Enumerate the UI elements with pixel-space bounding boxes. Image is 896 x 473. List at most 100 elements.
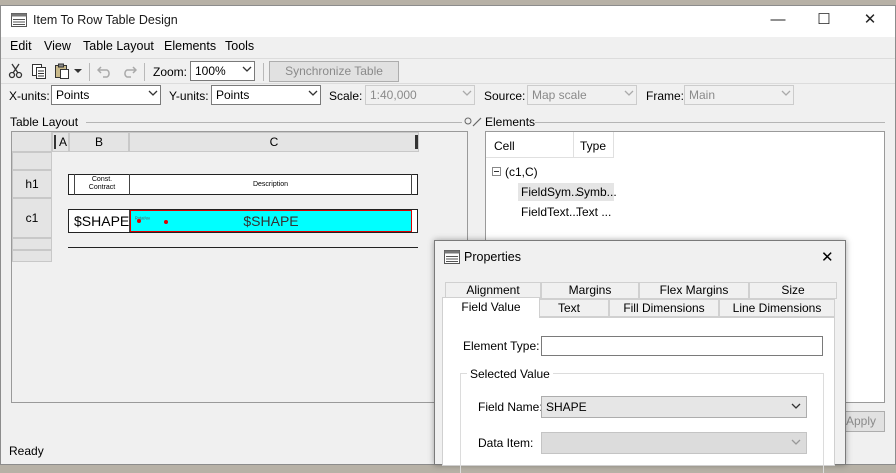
status-text: Ready xyxy=(9,444,44,458)
zoom-label: Zoom: xyxy=(153,65,188,79)
frame-value: Main xyxy=(689,88,716,102)
field-value-panel: Element Type: Selected Value Field Name:… xyxy=(442,317,835,473)
x-units-value: Points xyxy=(56,88,90,102)
elements-title: Elements xyxy=(485,115,536,129)
window-title: Item To Row Table Design xyxy=(33,13,178,27)
tree-item[interactable]: FieldText... Text ... xyxy=(518,203,614,221)
frame-select[interactable]: Main xyxy=(684,85,794,105)
properties-dialog: Properties ✕ Alignment Margins Flex Marg… xyxy=(434,240,846,473)
row-header-c1[interactable]: c1 xyxy=(12,198,52,238)
copy-icon[interactable] xyxy=(31,63,47,79)
menu-table-layout[interactable]: Table Layout xyxy=(83,39,154,53)
cell-h1-b[interactable]: Const. Contract xyxy=(74,174,130,195)
x-units-label: X-units: xyxy=(9,89,50,103)
tab-flex-margins[interactable]: Flex Margins xyxy=(639,282,749,299)
elements-column-type[interactable]: Type xyxy=(574,132,614,158)
cell-c1-c-selected[interactable]: $SHAPE xyxy=(130,210,412,232)
app-icon xyxy=(11,13,27,27)
menu-view[interactable]: View xyxy=(44,39,71,53)
field-name-select[interactable]: SHAPE xyxy=(541,396,807,418)
toolbar-separator xyxy=(263,63,264,81)
collapse-icon[interactable] xyxy=(492,167,501,176)
elements-column-cell[interactable]: Cell xyxy=(486,132,574,158)
selected-value-group xyxy=(460,373,824,473)
field-name-value: SHAPE xyxy=(546,400,587,414)
redo-icon[interactable] xyxy=(121,64,137,78)
tab-margins[interactable]: Margins xyxy=(541,282,639,299)
toolbar-separator xyxy=(144,63,145,81)
x-units-select[interactable]: Points xyxy=(51,85,161,105)
row-header-spacer xyxy=(12,250,52,262)
tab-size[interactable]: Size xyxy=(749,282,837,299)
source-value: Map scale xyxy=(532,88,587,102)
elements-header: Elements xyxy=(485,115,885,129)
chevron-down-icon xyxy=(462,89,472,97)
tab-text[interactable]: Text xyxy=(529,299,609,317)
column-header-c[interactable]: C xyxy=(129,132,419,152)
column-c-marker xyxy=(415,135,418,149)
scale-value: 1:40,000 xyxy=(370,88,417,102)
row-h1-label: h1 xyxy=(25,177,39,191)
tab-field-value[interactable]: Field Value xyxy=(442,297,540,318)
selection-handle[interactable] xyxy=(137,219,141,223)
chevron-down-icon xyxy=(308,89,318,97)
column-a-label: A xyxy=(59,135,68,149)
properties-icon xyxy=(444,250,460,264)
row-header-h1[interactable]: h1 xyxy=(12,170,52,198)
source-label: Source: xyxy=(484,89,526,103)
element-type-field[interactable] xyxy=(541,336,823,356)
tab-fill-dimensions[interactable]: Fill Dimensions xyxy=(609,299,719,317)
tree-item-cell: FieldText... xyxy=(521,205,580,219)
y-units-select[interactable]: Points xyxy=(211,85,321,105)
y-units-label: Y-units: xyxy=(169,89,209,103)
type-column-label: Type xyxy=(580,139,607,153)
undo-icon[interactable] xyxy=(97,64,113,78)
close-button[interactable]: ✕ xyxy=(847,6,893,36)
selected-value-title: Selected Value xyxy=(467,367,553,381)
cell-column-label: Cell xyxy=(494,139,515,153)
toolbar: Zoom: 100% Synchronize Table Sizes xyxy=(1,58,895,97)
table-layout-canvas[interactable]: A B C h1 c1 Const. Contract Description … xyxy=(11,131,468,403)
cell-h1-c[interactable]: Description xyxy=(130,174,412,195)
data-item-label: Data Item: xyxy=(478,436,534,450)
chevron-down-icon xyxy=(791,438,801,446)
close-icon[interactable]: ✕ xyxy=(821,248,834,266)
menu-edit[interactable]: Edit xyxy=(10,39,32,53)
menu-tools[interactable]: Tools xyxy=(225,39,254,53)
corner-cell xyxy=(12,132,52,152)
row-c1-label: c1 xyxy=(25,211,39,225)
tree-item-selected[interactable]: FieldSym... Symb... xyxy=(518,183,617,201)
column-header-a[interactable]: A xyxy=(52,132,69,152)
paste-icon[interactable] xyxy=(54,63,70,79)
scale-select[interactable]: 1:40,000 xyxy=(365,85,475,105)
tree-item-type: Symb... xyxy=(576,185,617,199)
source-select[interactable]: Map scale xyxy=(527,85,637,105)
data-item-select[interactable] xyxy=(541,432,807,454)
zoom-value: 100% xyxy=(195,64,226,78)
chevron-down-icon xyxy=(148,89,158,97)
table-layout-title: Table Layout xyxy=(10,115,79,129)
tree-root[interactable]: (c1,C) xyxy=(505,165,538,179)
synchronize-table-sizes-button[interactable]: Synchronize Table Sizes xyxy=(269,61,399,97)
scale-label: Scale: xyxy=(329,89,363,103)
menu-bar: Edit View Table Layout Elements Tools xyxy=(1,37,895,57)
pane-splitter-icon[interactable] xyxy=(472,117,482,127)
chevron-down-icon xyxy=(624,89,634,97)
field-name-label: Field Name: xyxy=(478,400,543,414)
maximize-button[interactable]: ☐ xyxy=(801,6,847,36)
frame-label: Frame: xyxy=(646,89,685,103)
column-c-label: C xyxy=(269,135,279,149)
paste-dropdown-chevron-down-icon[interactable] xyxy=(74,68,82,74)
zoom-select[interactable]: 100% xyxy=(190,61,255,81)
tab-line-dimensions[interactable]: Line Dimensions xyxy=(719,299,835,317)
cut-icon[interactable] xyxy=(8,63,24,79)
column-b-label: B xyxy=(94,135,103,149)
column-header-b[interactable]: B xyxy=(69,132,129,152)
minimize-button[interactable]: — xyxy=(755,6,801,36)
column-a-marker xyxy=(54,135,56,149)
properties-title: Properties xyxy=(464,250,521,264)
menu-elements[interactable]: Elements xyxy=(164,39,216,53)
cell-c1-b[interactable]: $SHAPE xyxy=(74,210,130,232)
chevron-down-icon xyxy=(791,402,801,410)
selection-handle[interactable] xyxy=(164,220,168,224)
